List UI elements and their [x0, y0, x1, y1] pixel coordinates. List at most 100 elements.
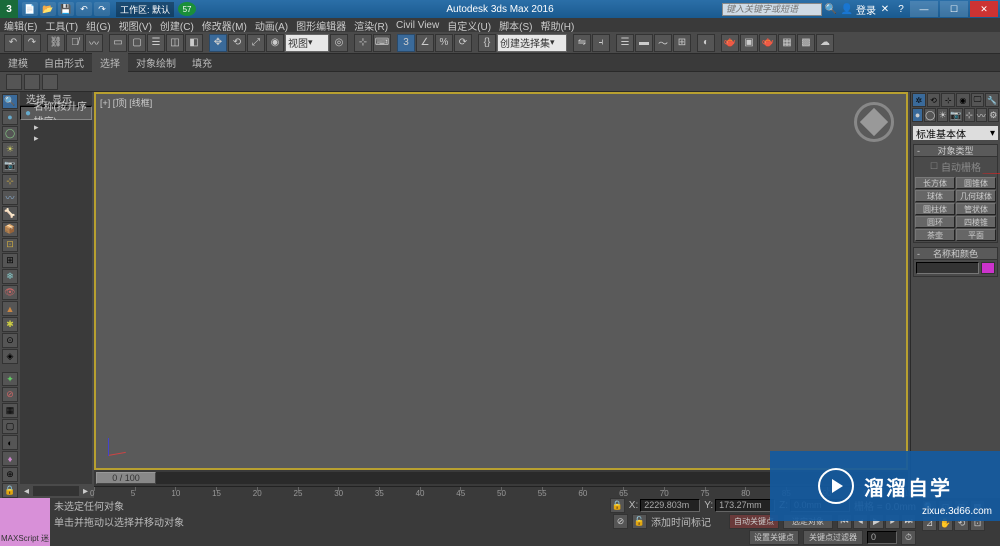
help-search-input[interactable] — [722, 3, 822, 16]
rendered-frame-icon[interactable]: ▣ — [740, 34, 758, 52]
select-move-icon[interactable]: ✥ — [209, 34, 227, 52]
render-setup-icon[interactable]: 🫖 — [721, 34, 739, 52]
link-icon[interactable]: ⛓ — [47, 34, 65, 52]
percent-snap-icon[interactable]: % — [435, 34, 453, 52]
lt-container-icon[interactable]: 📦 — [2, 222, 18, 237]
select-name-icon[interactable]: ☰ — [147, 34, 165, 52]
selected-dropdown[interactable]: 选定对象 — [783, 514, 833, 529]
selection-set-dropdown[interactable]: 创建选择集▾ — [497, 34, 567, 52]
bind-spacewarp-icon[interactable]: 〰 — [85, 34, 103, 52]
lt-all-icon[interactable]: ▦ — [2, 403, 18, 418]
align-icon[interactable]: ⫞ — [592, 34, 610, 52]
menu-grapheditors[interactable]: 图形编辑器 — [296, 18, 346, 33]
select-region-icon[interactable]: ◫ — [166, 34, 184, 52]
render-activeshade-icon[interactable]: ▩ — [797, 34, 815, 52]
notification-badge[interactable]: 57 — [178, 2, 196, 16]
menu-modifiers[interactable]: 修改器(M) — [202, 18, 247, 33]
toggle-ribbon-icon[interactable]: ▬ — [635, 34, 653, 52]
se-sort-header[interactable]: ● 名称(按升序排序) — [20, 106, 92, 120]
lt-sphere-icon[interactable]: ● — [2, 110, 18, 125]
unlink-icon[interactable]: ⛓̸ — [66, 34, 84, 52]
curve-editor-icon[interactable]: 〜 — [654, 34, 672, 52]
cmd-tab-modify-icon[interactable]: ⟲ — [927, 93, 941, 107]
lt-spacewarp-icon[interactable]: 〰 — [2, 190, 18, 205]
window-crossing-icon[interactable]: ◧ — [185, 34, 203, 52]
lt-shape-icon[interactable]: ◯ — [2, 126, 18, 141]
lt-misc4-icon[interactable]: ⊕ — [2, 467, 18, 482]
viewport-top[interactable]: [+] [顶] [线框] — [94, 92, 908, 470]
lt-none-icon[interactable]: ▢ — [2, 419, 18, 434]
cmd-subcategory-dropdown[interactable]: 标准基本体▾ — [913, 126, 998, 140]
ribbon-tab-populate[interactable]: 填充 — [184, 53, 220, 72]
current-frame-input[interactable]: 0 — [867, 531, 897, 544]
material-editor-icon[interactable]: ◐ — [697, 34, 715, 52]
lt-misc1-icon[interactable]: ⊙ — [2, 333, 18, 348]
lt-group-icon[interactable]: ⊡ — [2, 238, 18, 253]
goto-end-icon[interactable]: ⏭ — [901, 514, 916, 529]
cmd-tab-motion-icon[interactable]: ◉ — [956, 93, 970, 107]
se-node[interactable]: ▸ — [22, 133, 90, 144]
menu-group[interactable]: 组(G) — [86, 18, 110, 33]
maximize-button[interactable]: ☐ — [940, 1, 968, 17]
cmd-tab-display-icon[interactable]: 🖵 — [971, 93, 985, 107]
named-selset-icon[interactable]: {} — [478, 34, 496, 52]
orbit-icon[interactable]: ⟲ — [954, 516, 969, 531]
lt-lock-icon[interactable]: 🔒 — [2, 483, 18, 498]
cmd-cat-helpers-icon[interactable]: ⊹ — [964, 108, 975, 122]
create-pyramid-button[interactable]: 四棱锥 — [956, 216, 996, 228]
lt-display-icon[interactable]: ✦ — [2, 372, 18, 387]
cmd-cat-lights-icon[interactable]: ☀ — [937, 108, 948, 122]
qat-undo-icon[interactable]: ↶ — [76, 2, 92, 16]
exchange-icon[interactable]: ✕ — [878, 2, 892, 16]
ribbon-btn-2[interactable] — [24, 74, 40, 90]
lt-isolate-icon[interactable]: ⊘ — [2, 387, 18, 402]
help-icon[interactable]: ? — [894, 2, 908, 16]
lt-helper-icon[interactable]: ⊹ — [2, 174, 18, 189]
create-plane-button[interactable]: 平面 — [956, 229, 996, 241]
cmd-cat-geometry-icon[interactable]: ● — [912, 108, 923, 122]
time-slider-track[interactable] — [156, 472, 908, 484]
menu-tools[interactable]: 工具(T) — [45, 18, 78, 33]
lt-particle-icon[interactable]: ✱ — [2, 317, 18, 332]
redo-icon[interactable]: ↷ — [23, 34, 41, 52]
menu-maxscript[interactable]: 脚本(S) — [499, 18, 532, 33]
menu-help[interactable]: 帮助(H) — [540, 18, 574, 33]
create-box-button[interactable]: 长方体 — [915, 177, 955, 189]
ribbon-btn-3[interactable] — [42, 74, 58, 90]
render-online-icon[interactable]: ☁ — [816, 34, 834, 52]
object-color-swatch[interactable] — [981, 262, 995, 274]
select-rotate-icon[interactable]: ⟲ — [228, 34, 246, 52]
se-tree[interactable]: ▸ ▸ — [20, 120, 92, 484]
select-scale-icon[interactable]: ⤢ — [247, 34, 265, 52]
render-iterative-icon[interactable]: ▦ — [778, 34, 796, 52]
keyboard-shortcut-icon[interactable]: ⌨ — [373, 34, 391, 52]
snap-toggle-icon[interactable]: 3 — [397, 34, 415, 52]
qat-new-icon[interactable]: 📄 — [22, 2, 38, 16]
cmd-tab-create-icon[interactable]: ✲ — [912, 93, 926, 107]
lt-search-icon[interactable]: 🔍 — [2, 94, 18, 109]
lt-xref-icon[interactable]: ⊞ — [2, 253, 18, 268]
selection-lock-icon[interactable]: 🔓 — [632, 514, 647, 529]
app-logo[interactable]: 3 — [0, 0, 18, 18]
maxscript-listener[interactable]: MAXScript 迷 — [0, 498, 50, 546]
cmd-cat-systems-icon[interactable]: ⚙ — [988, 108, 999, 122]
se-scrollbar[interactable] — [33, 486, 79, 496]
workspace-selector[interactable]: 工作区: 默认 — [116, 2, 174, 17]
lt-misc3-icon[interactable]: ♦ — [2, 451, 18, 466]
prev-frame-icon[interactable]: ◂ — [853, 514, 868, 529]
menu-create[interactable]: 创建(C) — [160, 18, 194, 33]
select-manipulate-icon[interactable]: ⊹ — [354, 34, 372, 52]
select-object-icon[interactable]: ▢ — [128, 34, 146, 52]
cmd-tab-utilities-icon[interactable]: 🔧 — [985, 93, 999, 107]
search-icon[interactable]: 🔍 — [824, 2, 838, 16]
render-production-icon[interactable]: 🫖 — [759, 34, 777, 52]
cmd-cat-shapes-icon[interactable]: ◯ — [924, 108, 936, 122]
menu-edit[interactable]: 编辑(E) — [4, 18, 37, 33]
qat-save-icon[interactable]: 💾 — [58, 2, 74, 16]
time-ruler[interactable]: 0510152025303540455055606570758085909510… — [94, 486, 908, 498]
ref-coord-dropdown[interactable]: 视图▾ — [285, 34, 329, 52]
menu-views[interactable]: 视图(V) — [119, 18, 152, 33]
rollout-header-name-color[interactable]: 名称和颜色 — [914, 248, 997, 260]
signin-icon[interactable]: 👤 — [840, 2, 854, 16]
viewport-label[interactable]: [+] [顶] [线框] — [100, 96, 152, 109]
